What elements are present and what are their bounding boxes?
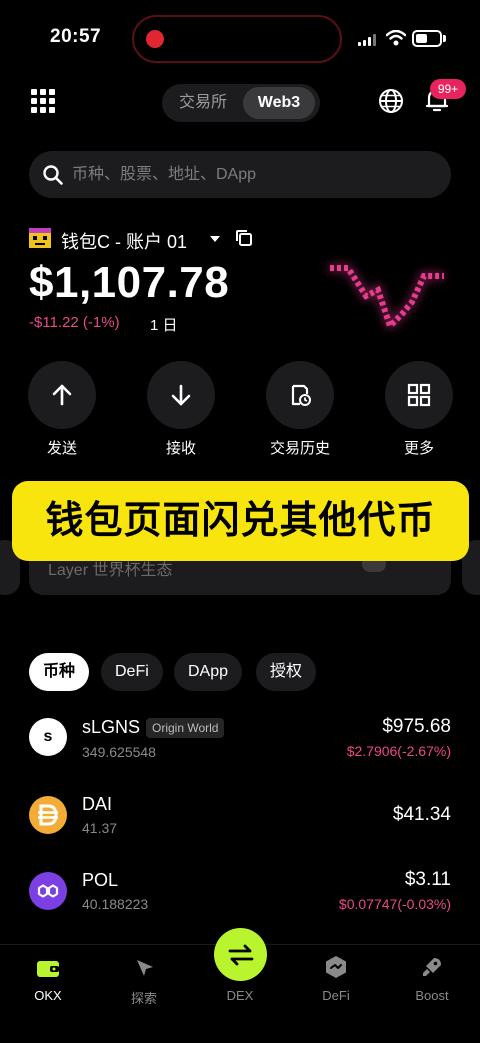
tab-web3[interactable]: Web3 — [243, 87, 315, 119]
balance-sparkline — [330, 265, 444, 332]
token-value: $975.68 — [382, 716, 451, 737]
dex-swap-button[interactable] — [214, 928, 267, 981]
more-button[interactable] — [385, 361, 453, 429]
nav-okx[interactable]: OKX — [8, 988, 88, 1003]
video-caption-overlay: 钱包页面闪兑其他代币 — [12, 481, 469, 561]
tab-dapp[interactable]: DApp — [174, 653, 243, 691]
wallet-account-name[interactable]: 钱包C - 账户 01 — [61, 228, 187, 254]
arrow-down-icon — [171, 384, 191, 406]
search-icon — [43, 165, 63, 185]
send-button[interactable] — [28, 361, 96, 429]
nav-boost[interactable]: Boost — [392, 988, 472, 1003]
dai-logo-icon — [29, 796, 67, 834]
chevron-down-icon[interactable] — [210, 236, 220, 242]
token-symbol: POL — [82, 870, 119, 890]
send-label: 发送 — [46, 440, 77, 457]
token-value: $3.11 — [404, 869, 451, 890]
arrow-up-icon — [52, 384, 72, 406]
swap-arrows-icon — [228, 944, 253, 965]
wallet-icon[interactable] — [36, 957, 60, 979]
token-value: $41.34 — [392, 804, 451, 825]
defi-hexagon-icon[interactable] — [325, 955, 347, 979]
token-symbol: DAI — [82, 794, 113, 814]
token-amount: 349.625548 — [82, 744, 156, 760]
cellular-signal-icon — [358, 34, 376, 46]
apps-grid-icon[interactable] — [31, 89, 55, 113]
balance-change: -$11.22 (-1%) — [29, 314, 120, 331]
recording-indicator-icon — [146, 30, 164, 48]
token-change: $2.7906(-2.67%) — [346, 743, 451, 759]
more-label: 更多 — [403, 440, 434, 457]
nav-dex[interactable]: DEX — [200, 988, 280, 1003]
token-amount: 40.188223 — [82, 896, 149, 912]
status-time: 20:57 — [50, 26, 102, 47]
nav-defi[interactable]: DeFi — [296, 988, 376, 1003]
receive-button[interactable] — [147, 361, 215, 429]
battery-tip — [443, 35, 446, 42]
history-button[interactable] — [266, 361, 334, 429]
copy-icon[interactable] — [235, 229, 253, 247]
wifi-icon — [386, 30, 406, 46]
history-label: 交易历史 — [269, 440, 330, 457]
globe-icon[interactable] — [378, 88, 404, 114]
more-grid-icon — [407, 383, 431, 407]
token-amount: 41.37 — [82, 820, 118, 836]
compass-icon[interactable] — [133, 956, 157, 980]
token-change: $0.07747(-0.03%) — [338, 896, 451, 912]
tab-exchange[interactable]: 交易所 — [170, 84, 236, 122]
token-symbol: sLGNS — [82, 717, 141, 737]
wallet-balance: $1,107.78 — [29, 258, 230, 307]
tab-defi[interactable]: DeFi — [101, 653, 163, 691]
change-period[interactable]: 1 日 — [150, 314, 178, 335]
receive-label: 接收 — [165, 440, 196, 457]
slgns-logo-icon: s — [29, 718, 67, 756]
tab-tokens[interactable]: 币种 — [29, 653, 90, 691]
token-tag: Origin World — [146, 718, 225, 738]
nav-explore[interactable]: 探索 — [104, 988, 184, 1007]
search-input[interactable] — [72, 151, 432, 198]
history-icon — [291, 384, 311, 406]
rocket-icon[interactable] — [420, 955, 444, 979]
notification-badge: 99+ — [430, 79, 466, 99]
battery-icon — [412, 30, 442, 47]
wallet-avatar-icon[interactable] — [29, 228, 51, 248]
tab-authorization[interactable]: 授权 — [256, 653, 317, 691]
polygon-logo-icon — [29, 872, 67, 910]
